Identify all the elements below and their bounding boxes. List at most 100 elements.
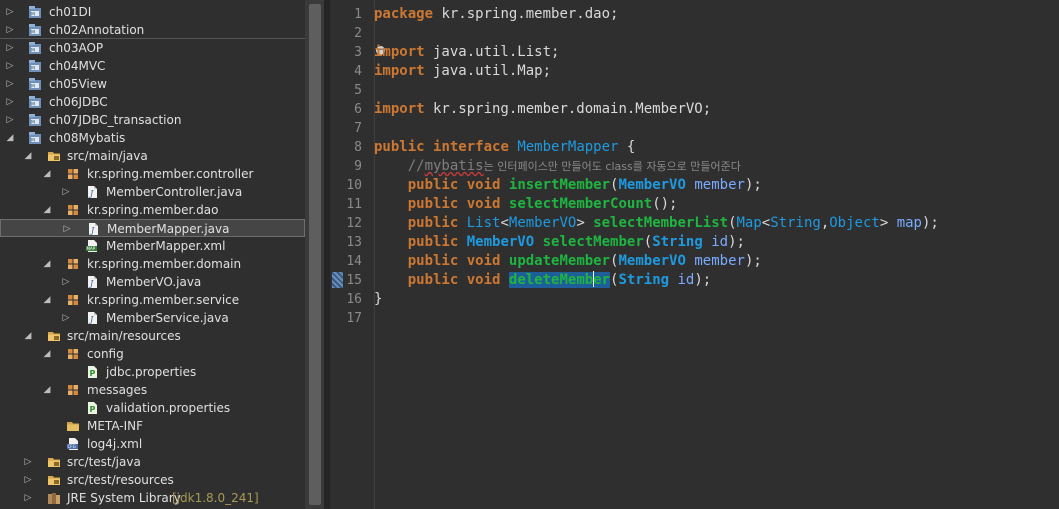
- java-file-icon: J: [85, 311, 99, 325]
- tree-item[interactable]: MAP MemberMapper.xml: [0, 237, 305, 255]
- code-line-3[interactable]: import java.util.List;: [374, 43, 559, 62]
- expand-icon[interactable]: ▷: [5, 75, 15, 93]
- code-line-15[interactable]: public void deleteMember(String id);: [374, 271, 711, 290]
- keyword: public: [407, 177, 459, 193]
- tree-item[interactable]: ◢ config: [0, 345, 305, 363]
- collapse-icon[interactable]: ◢: [42, 201, 52, 219]
- tree-item-label: src/main/java: [67, 149, 148, 163]
- paren: );: [922, 215, 939, 231]
- line-number: 10: [346, 178, 362, 193]
- tree-item[interactable]: ◢ kr.spring.member.dao: [0, 201, 305, 219]
- expand-icon[interactable]: ▷: [61, 309, 71, 327]
- tree-item[interactable]: ▷ J MemberService.java: [0, 309, 305, 327]
- code-line-1[interactable]: package kr.spring.member.dao;: [374, 5, 618, 24]
- line-number: 3: [354, 45, 362, 60]
- expand-icon[interactable]: ▷: [5, 21, 15, 39]
- tree-item[interactable]: ▷ Mch03AOP: [0, 39, 305, 57]
- explorer-scrollbar-thumb[interactable]: [309, 4, 321, 505]
- keyword: import: [374, 63, 425, 79]
- code-line-16[interactable]: }: [374, 290, 382, 309]
- code-line-10[interactable]: public void insertMember(MemberVO member…: [374, 176, 762, 195]
- expand-icon[interactable]: ▷: [5, 57, 15, 75]
- tree-item[interactable]: ▷ Mch04MVC: [0, 57, 305, 75]
- tree-item[interactable]: ◢ messages: [0, 381, 305, 399]
- collapse-icon[interactable]: ◢: [42, 291, 52, 309]
- tree-item[interactable]: ▷ Mch01DI: [0, 3, 305, 21]
- angle: >: [576, 215, 585, 231]
- collapse-icon[interactable]: ◢: [42, 381, 52, 399]
- tree-item[interactable]: ◢ kr.spring.member.service: [0, 291, 305, 309]
- keyword: void: [466, 253, 501, 269]
- tree-item[interactable]: ◢ src/main/java: [0, 147, 305, 165]
- tree-item[interactable]: Pjdbc.properties: [0, 363, 305, 381]
- tree-item[interactable]: Pvalidation.properties: [0, 399, 305, 417]
- tree-item[interactable]: ▷ J MemberVO.java: [0, 273, 305, 291]
- keyword: public: [407, 196, 459, 212]
- method-name: insertMember: [508, 177, 611, 193]
- svg-text:M: M: [31, 102, 35, 108]
- expand-icon[interactable]: ▷: [5, 3, 15, 21]
- line-number: 16: [346, 292, 362, 307]
- tree-item-label: ch04MVC: [49, 59, 106, 73]
- line-number: 2: [354, 26, 362, 41]
- tree-item[interactable]: ▷ Mch05View: [0, 75, 305, 93]
- tree-item[interactable]: ◢ src/main/resources: [0, 327, 305, 345]
- svg-text:P: P: [90, 369, 96, 378]
- parameter-name: member: [694, 253, 745, 269]
- tree-item[interactable]: ▷ src/test/java: [0, 453, 305, 471]
- package-icon: [66, 257, 80, 271]
- code-line-13[interactable]: public MemberVO selectMember(String id);: [374, 233, 745, 252]
- code-line-4[interactable]: import java.util.Map;: [374, 62, 551, 81]
- collapse-icon[interactable]: ◢: [23, 327, 33, 345]
- line-number: 8: [354, 140, 362, 155]
- tree-item[interactable]: ▷ JRE System Library [jdk1.8.0_241]: [0, 489, 305, 507]
- tree-item-label: ch07JDBC_transaction: [49, 113, 182, 127]
- code-line-8[interactable]: public interface MemberMapper {: [374, 138, 635, 157]
- expand-icon[interactable]: ▷: [5, 39, 15, 57]
- tree-item[interactable]: ◢ kr.spring.member.domain: [0, 255, 305, 273]
- folder-icon: [66, 419, 80, 433]
- tree-item[interactable]: CFG log4j.xml: [0, 435, 305, 453]
- keyword: void: [466, 196, 501, 212]
- collapse-icon[interactable]: ◢: [23, 147, 33, 165]
- paren: );: [744, 177, 762, 193]
- collapse-icon[interactable]: ◢: [42, 165, 52, 183]
- expand-icon[interactable]: ▷: [5, 111, 15, 129]
- parameter-name: map: [896, 215, 922, 231]
- type-name: String: [618, 272, 670, 288]
- line-number: 14: [346, 254, 362, 269]
- tree-item-label: kr.spring.member.dao: [87, 203, 219, 217]
- tree-item[interactable]: ▷ Mch07JDBC_transaction: [0, 111, 305, 129]
- expand-icon[interactable]: ▷: [5, 93, 15, 111]
- tree-item-label: messages: [87, 383, 148, 397]
- tree-item[interactable]: META-INF: [0, 417, 305, 435]
- code-line-6[interactable]: import kr.spring.member.domain.MemberVO;: [374, 100, 711, 119]
- collapse-icon[interactable]: ◢: [5, 129, 15, 147]
- collapse-icon[interactable]: ◢: [42, 345, 52, 363]
- line-number: 1: [354, 7, 362, 22]
- expand-icon[interactable]: ▷: [61, 183, 71, 201]
- collapse-icon[interactable]: ◢: [42, 255, 52, 273]
- expand-icon[interactable]: ▷: [23, 453, 33, 471]
- expand-icon[interactable]: ▷: [23, 489, 33, 507]
- explorer-scrollbar[interactable]: [305, 0, 324, 509]
- tree-item[interactable]: ▷ Mch06JDBC: [0, 93, 305, 111]
- tree-item[interactable]: ▷ Mch02Annotation: [0, 21, 305, 39]
- java-editor[interactable]: − 1 2 3 4 5 6 7 8 9 10 11 12 13 14 15 16 17 package kr.s…: [330, 0, 1059, 509]
- tree-item[interactable]: ◢ kr.spring.member.controller: [0, 165, 305, 183]
- tree-item[interactable]: ▷ J MemberMapper.java: [0, 219, 305, 237]
- tree-item-label: JRE System Library: [67, 491, 181, 505]
- expand-icon[interactable]: ▷: [62, 220, 72, 238]
- keyword: public: [407, 234, 459, 250]
- line-number: 5: [354, 83, 362, 98]
- code-line-11[interactable]: public void selectMemberCount();: [374, 195, 678, 214]
- tree-item[interactable]: ▷ src/test/resources: [0, 471, 305, 489]
- code-line-14[interactable]: public void updateMember(MemberVO member…: [374, 252, 762, 271]
- expand-icon[interactable]: ▷: [23, 471, 33, 489]
- code-line-9[interactable]: //mybatis는 인터페이스만 만들어도 class를 자동으로 만들어준다: [374, 157, 741, 176]
- expand-icon[interactable]: ▷: [61, 273, 71, 291]
- tree-item[interactable]: ▷ J MemberController.java: [0, 183, 305, 201]
- tree-item[interactable]: ◢ Mch08Mybatis: [0, 129, 305, 147]
- source-folder-icon: [47, 329, 61, 343]
- code-line-12[interactable]: public List<MemberVO> selectMemberList(M…: [374, 214, 939, 233]
